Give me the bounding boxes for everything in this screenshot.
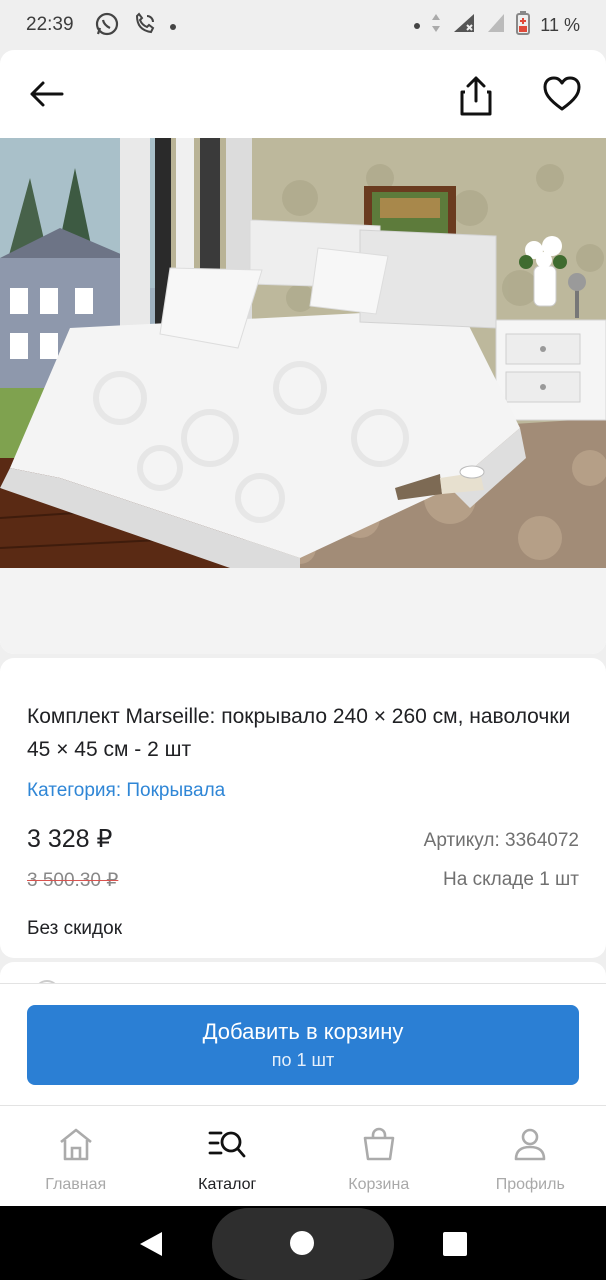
system-home-icon[interactable] (290, 1231, 314, 1255)
gallery-footer (0, 568, 606, 654)
product-image[interactable] (0, 138, 606, 568)
nav-cart[interactable]: Корзина (303, 1106, 455, 1206)
nav-cart-label: Корзина (348, 1176, 410, 1193)
add-to-cart-quantity: по 1 шт (271, 1050, 335, 1070)
product-title: Комплект Marseille: покрывало 240 × 260 … (27, 705, 571, 761)
notification-dot (414, 22, 421, 29)
back-button[interactable] (22, 70, 70, 118)
bottom-navigation: Главная Каталог Корзина Профиль (0, 1105, 606, 1206)
signal-icon (452, 12, 476, 39)
heart-icon (543, 76, 581, 111)
system-recents-icon[interactable] (443, 1232, 467, 1256)
system-back-icon[interactable] (138, 1230, 164, 1263)
catalog-search-icon (207, 1124, 247, 1164)
nav-home[interactable]: Главная (0, 1106, 152, 1206)
bedspread-photo (0, 138, 606, 568)
product-sku: Артикул: 3364072 (423, 830, 579, 851)
whatsapp-icon (94, 11, 120, 42)
nav-home-label: Главная (45, 1176, 107, 1193)
nav-catalog-label: Каталог (198, 1176, 257, 1193)
product-gallery-card (0, 50, 606, 654)
app-header (0, 50, 606, 138)
nav-catalog[interactable]: Каталог (152, 1106, 304, 1206)
battery-percent: 11 % (540, 15, 580, 35)
data-arrows-icon (430, 12, 442, 39)
battery-low-icon (516, 11, 531, 40)
favorite-button[interactable] (538, 70, 586, 118)
product-info-card: Комплект Marseille: покрывало 240 × 260 … (0, 658, 606, 958)
category-link[interactable]: Категория: Покрывала (27, 780, 225, 802)
add-to-cart-panel: Добавить в корзину по 1 шт (0, 983, 606, 1105)
home-icon (56, 1124, 96, 1164)
product-screen: 22:39 11 % Комплект Marseille: покрывало… (0, 0, 606, 1280)
share-icon (460, 76, 492, 116)
nav-profile-label: Профиль (495, 1176, 565, 1193)
discount-note: Без скидок (27, 918, 122, 939)
product-old-price: 3 500.30 ₽ (27, 870, 119, 891)
product-price: 3 328 ₽ (27, 825, 113, 853)
user-icon (510, 1124, 550, 1164)
add-to-cart-button[interactable]: Добавить в корзину по 1 шт (27, 1005, 579, 1085)
share-button[interactable] (452, 72, 500, 120)
shopping-bag-icon (359, 1124, 399, 1164)
add-to-cart-label: Добавить в корзину (202, 1019, 404, 1044)
wifi-signal-icon (486, 12, 506, 39)
status-time: 22:39 (26, 14, 74, 35)
system-navigation-bar (0, 1206, 606, 1280)
notification-dot (170, 23, 176, 30)
nav-profile[interactable]: Профиль (455, 1106, 606, 1206)
phone-wifi-icon (132, 11, 158, 42)
arrow-left-icon (30, 81, 64, 107)
stock-status: На складе 1 шт (443, 869, 579, 890)
status-bar: 22:39 11 % (0, 0, 606, 50)
